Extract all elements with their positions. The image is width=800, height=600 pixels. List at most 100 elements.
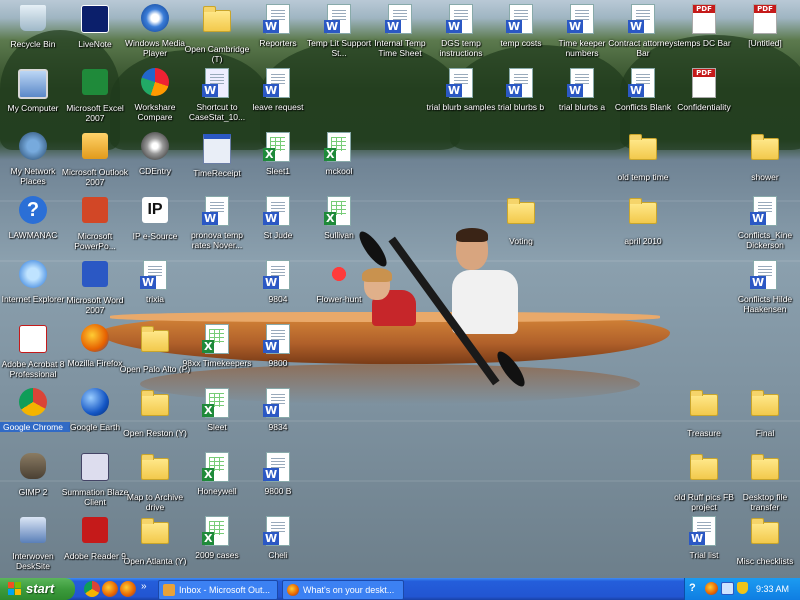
windows-flag-icon: [8, 582, 21, 595]
word-doc-icon: [749, 260, 781, 292]
desktop-icon-label: old temp time: [617, 172, 669, 182]
word-doc-icon: [262, 68, 294, 100]
desktop-icon[interactable]: Flower-hunt: [302, 258, 376, 318]
ip-esource-icon: IP: [139, 197, 171, 229]
desktop-icon-label: Confidentiality: [677, 102, 731, 112]
desktop-icon[interactable]: Confidentiality: [667, 66, 741, 126]
help-icon: ?: [17, 196, 49, 228]
media-player-icon: [139, 4, 171, 36]
desktop-icon[interactable]: Sullivan: [302, 194, 376, 254]
word-doc-icon: [566, 68, 598, 100]
excel-doc-icon: [262, 132, 294, 164]
ie-icon: [17, 260, 49, 292]
excel-doc-icon: [201, 324, 233, 356]
excel-doc-icon: [201, 516, 233, 548]
outlook-icon: [79, 133, 111, 165]
desktop-icon-label: Conflicts Hilde Haakensen: [737, 294, 793, 314]
desktop-icon-label: trixia: [146, 294, 164, 304]
firefox-icon[interactable]: [102, 581, 118, 597]
folder-icon: [688, 390, 720, 426]
pdf-icon: [749, 4, 781, 36]
desktop-icon[interactable]: Desktop file transfer: [728, 450, 800, 512]
word-doc-icon: [262, 260, 294, 292]
task-label: What's on your deskt...: [303, 585, 395, 595]
desktop-icon[interactable]: Misc checklists: [728, 514, 800, 574]
desktop-icon-label: shower: [751, 172, 779, 182]
desktop-icon[interactable]: Final: [728, 386, 800, 446]
word-doc-icon: [262, 324, 294, 356]
desktop-icon-label: Flower-hunt: [316, 294, 362, 304]
folder-icon: [749, 390, 781, 426]
desktop-icon[interactable]: leave request: [241, 66, 315, 126]
chrome-icon[interactable]: [84, 581, 100, 597]
firefox-icon[interactable]: [705, 582, 718, 595]
desktop-icon[interactable]: shower: [728, 130, 800, 190]
desktop-icon-label: Cheli: [268, 550, 288, 560]
desktop-icon[interactable]: april 2010: [606, 194, 680, 254]
acrobat-icon: [17, 325, 49, 357]
app-window-icon: [201, 134, 233, 166]
firefox-icon: [79, 324, 111, 356]
folder-icon: [688, 454, 720, 490]
network-icon[interactable]: [721, 582, 734, 595]
desktop-icon[interactable]: old temp time: [606, 130, 680, 190]
firefox-icon: [287, 584, 299, 596]
desktop-icon[interactable]: Conflicts_Kine Dickerson: [728, 194, 800, 254]
desktop-icon[interactable]: [Untitled]: [728, 2, 800, 62]
desktop-icon[interactable]: mckool: [302, 130, 376, 190]
word-doc-icon: [262, 4, 294, 36]
desktop-icon[interactable]: 9800: [241, 322, 315, 382]
desktop-icon[interactable]: Cheli: [241, 514, 315, 574]
cdentry-icon: [139, 132, 171, 164]
word-doc-icon: [445, 68, 477, 100]
desktop-icon[interactable]: Conflicts Hilde Haakensen: [728, 258, 800, 318]
folder-icon: [139, 518, 171, 554]
task-button-firefox[interactable]: What's on your deskt...: [282, 580, 404, 600]
quicklaunch-overflow[interactable]: »: [141, 580, 147, 594]
network-places-icon: [17, 132, 49, 164]
word-doc-icon: [139, 260, 171, 292]
desktop-icon-label: Misc checklists: [736, 556, 794, 566]
word-icon: [79, 261, 111, 293]
desktop-icon-label: 9800 B: [264, 486, 292, 496]
word-doc-icon: [566, 4, 598, 36]
start-label: start: [26, 581, 55, 596]
desktop-icon-label: 9800: [268, 358, 288, 368]
desktop-icon[interactable]: 9834: [241, 386, 315, 446]
desktop-icon-label: Voting: [509, 236, 533, 246]
powerpoint-icon: [79, 197, 111, 229]
desktop-icon-label: Conflicts_Kine Dickerson: [737, 230, 793, 250]
desktop-icon[interactable]: 9800 B: [241, 450, 315, 510]
taskbar: start » Inbox - Microsoft Out... What's …: [0, 578, 800, 600]
desktop-icon[interactable]: trixia: [118, 258, 192, 318]
pdf-icon: [688, 4, 720, 36]
recycle-bin-icon: [17, 5, 49, 37]
desktop-icon[interactable]: Voting: [484, 194, 558, 254]
task-button-outlook[interactable]: Inbox - Microsoft Out...: [158, 580, 278, 600]
word-doc-icon: [262, 452, 294, 484]
word-doc-icon: [262, 388, 294, 420]
desktop-icon-label: leave request: [252, 102, 304, 112]
clock[interactable]: 9:33 AM: [756, 578, 789, 600]
word-doc-icon: [627, 4, 659, 36]
firefox-icon[interactable]: [120, 581, 136, 597]
shield-icon[interactable]: [737, 582, 748, 594]
livenote-icon: [79, 5, 111, 37]
chrome-icon: [17, 388, 49, 420]
pdf-icon: [688, 68, 720, 100]
help-icon[interactable]: ?: [689, 582, 702, 595]
desktop[interactable]: Recycle Bin LiveNote Windows Media Player O…: [0, 0, 800, 578]
word-doc-icon: [201, 196, 233, 228]
gimp-icon: [17, 453, 49, 485]
my-computer-icon: [17, 69, 49, 101]
folder-icon: [139, 326, 171, 362]
system-tray: ? 9:33 AM: [684, 578, 800, 600]
folder-icon: [749, 454, 781, 490]
start-button[interactable]: start: [0, 578, 75, 600]
summation-icon: [79, 453, 111, 485]
excel-doc-icon: [201, 388, 233, 420]
word-doc-icon: [505, 4, 537, 36]
desktop-icon-label: [Untitled]: [748, 38, 782, 48]
folder-icon: [627, 134, 659, 170]
word-doc-icon: [445, 4, 477, 36]
